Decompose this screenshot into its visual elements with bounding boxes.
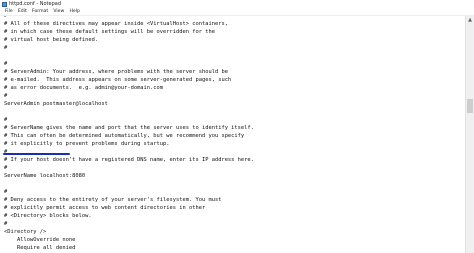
code-line: ServerAdmin postmaster@localhost <box>4 101 108 107</box>
server-name-line: ServerName localhost:8080 <box>4 173 86 179</box>
code-line: <Directory /> <box>4 229 47 235</box>
code-line: # e-mailed. This address appears on some… <box>4 77 232 83</box>
code-line: # it explicitly to prevent problems duri… <box>4 141 170 147</box>
code-line: # ServerAdmin: Your address, where probl… <box>4 69 228 75</box>
menu-help[interactable]: Help <box>67 8 83 15</box>
code-line: AllowOverride none <box>4 237 76 243</box>
code-line: # <Directory> blocks below. <box>4 213 92 219</box>
code-line: # This can often be determined automatic… <box>4 133 245 139</box>
code-line: # <box>4 93 8 99</box>
code-line: # All of these directives may appear ins… <box>4 21 228 27</box>
menu-file[interactable]: File <box>0 8 15 15</box>
code-line: Require all denied <box>4 245 76 251</box>
menu-edit[interactable]: Edit <box>15 8 29 15</box>
code-line: # If your host doesn't have a registered… <box>4 157 254 163</box>
code-line: # in which case these default settings w… <box>4 29 215 35</box>
vertical-scrollbar[interactable]: ▲ <box>465 16 474 253</box>
title-bar: httpd.conf - Notepad <box>0 0 474 8</box>
code-line: # as error documents. e.g. admin@your-do… <box>4 85 164 91</box>
scroll-up-arrow-icon[interactable]: ▲ <box>466 16 474 24</box>
code-line: # Deny access to the entirety of your se… <box>4 197 222 203</box>
scrollbar-thumb[interactable] <box>467 99 473 113</box>
code-line: # <box>4 165 8 171</box>
code-line: # <box>4 61 8 67</box>
code-line: # explicitly permit access to web conten… <box>4 205 206 211</box>
menu-bar: File Edit Format View Help <box>0 8 474 16</box>
menu-format[interactable]: Format <box>29 8 50 15</box>
menu-view[interactable]: View <box>51 8 67 15</box>
code-line: # <box>4 189 8 195</box>
notepad-icon <box>2 1 7 7</box>
code-line: # <box>4 117 8 123</box>
annotation-underline <box>3 153 70 155</box>
code-line: # <box>4 221 8 227</box>
window-title: httpd.conf - Notepad <box>9 1 61 7</box>
code-line: # virtual host being defined. <box>4 37 99 43</box>
code-line: # ServerName gives the name and port tha… <box>4 125 254 131</box>
code-line: # <box>4 45 8 51</box>
text-editor[interactable]: # # All of these directives may appear i… <box>0 16 465 253</box>
